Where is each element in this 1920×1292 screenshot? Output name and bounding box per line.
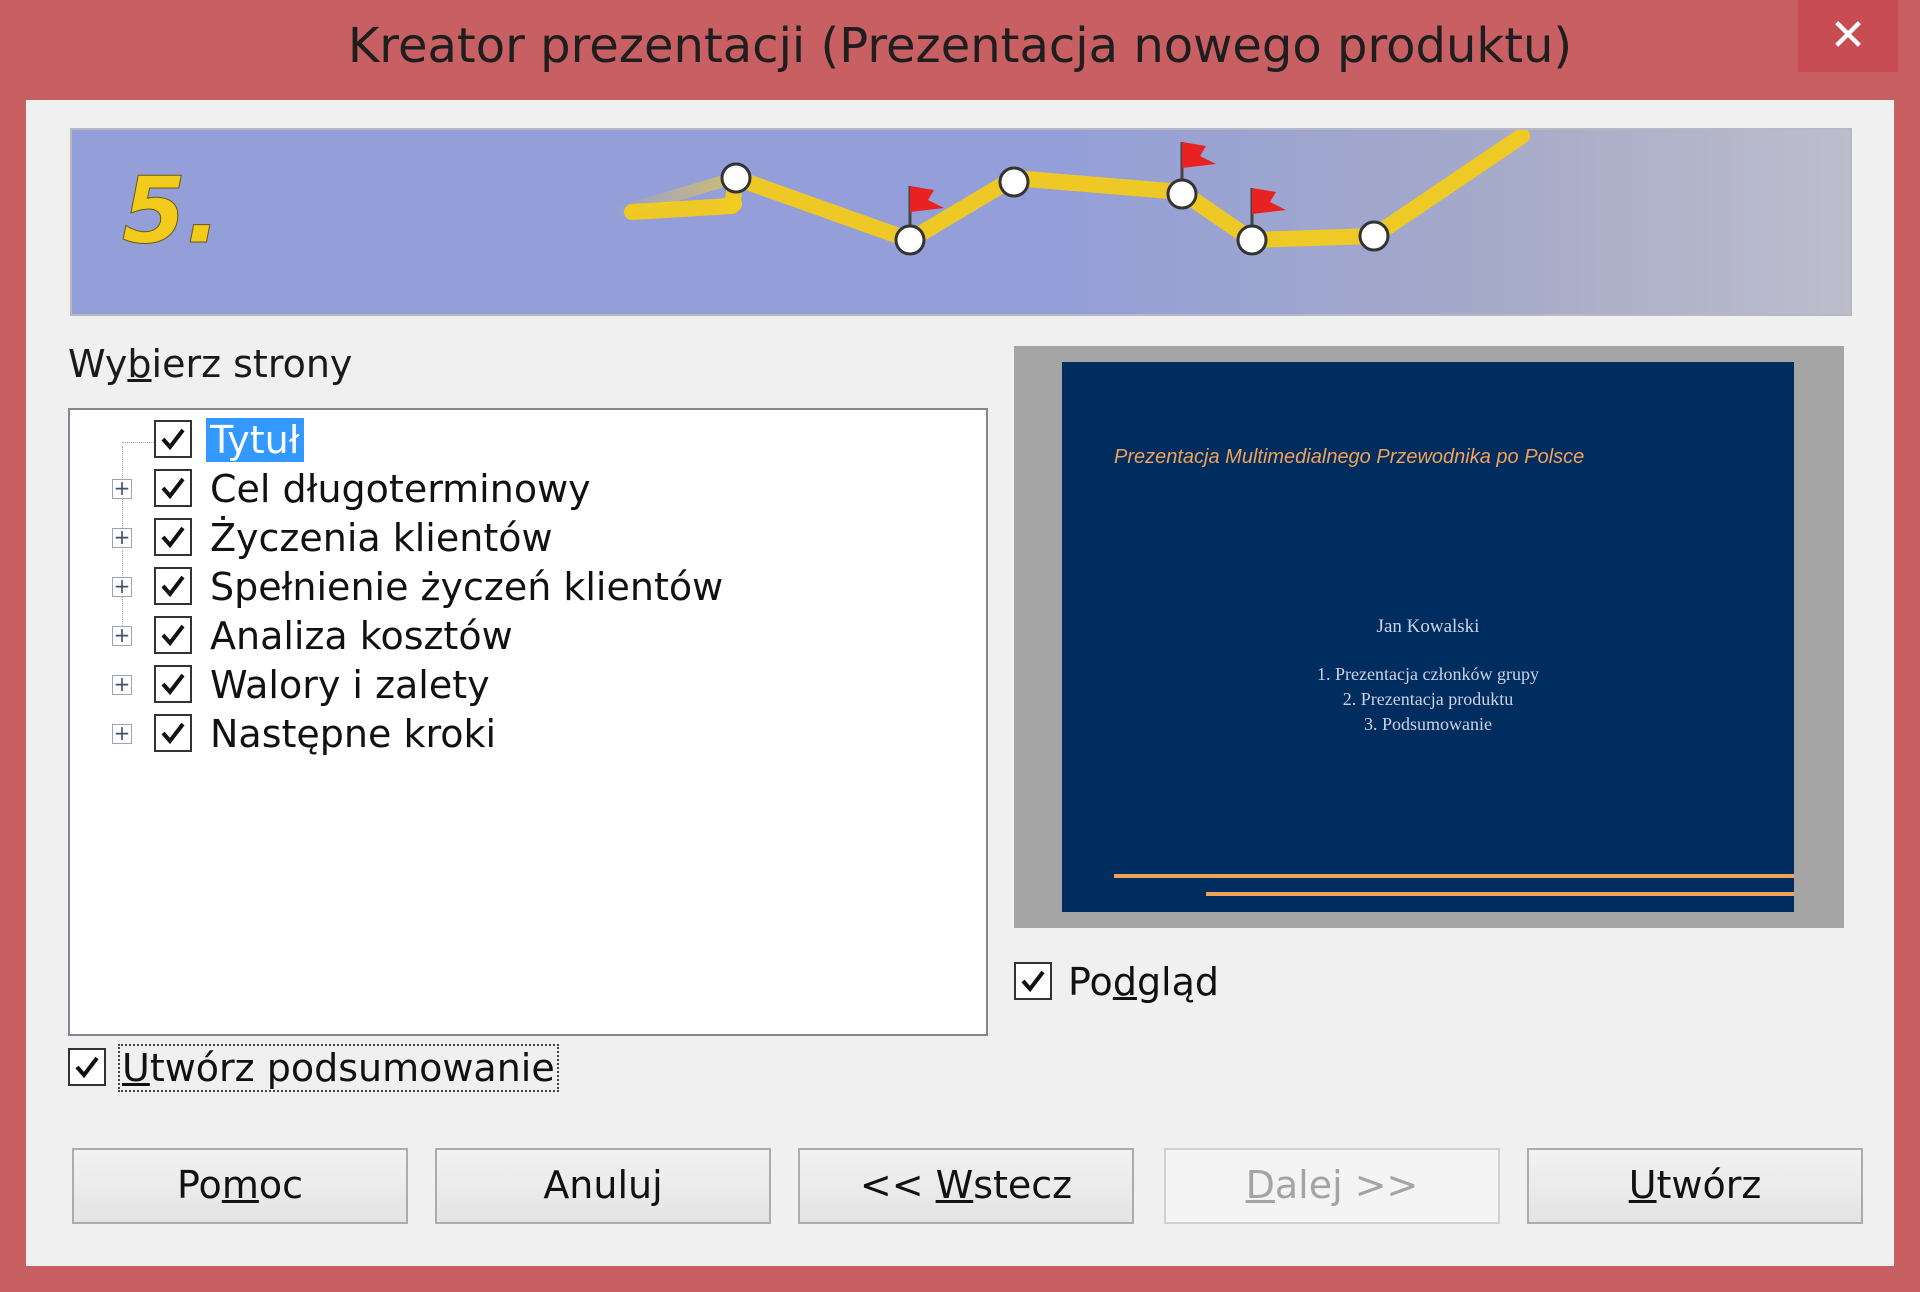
step-number: 5. [122,157,221,264]
expand-icon[interactable]: + [112,576,132,597]
slide-agenda-item: 1. Prezentacja członków grupy [1317,664,1539,684]
close-button[interactable]: ✕ [1798,0,1898,72]
tree-item-checkbox[interactable] [154,518,192,556]
checkmark-icon [161,428,185,451]
slide-title: Prezentacja Multimedialnego Przewodnika … [1114,446,1585,468]
expand-icon[interactable]: + [112,478,132,499]
expand-icon[interactable]: + [112,625,132,646]
select-pages-label: Wybierz strony [68,342,353,386]
tree-item-checkbox[interactable] [154,420,192,458]
wizard-window: Kreator prezentacji (Prezentacja nowego … [0,0,1920,1292]
checkmark-icon [161,526,185,549]
tree-item-checkbox[interactable] [154,567,192,605]
slide-preview: Prezentacja Multimedialnego Przewodnika … [1014,346,1844,928]
tree-item-label: Tytuł [206,418,304,462]
create-button[interactable]: Utwórz [1527,1148,1863,1224]
preview-checkbox-label: Podgląd [1068,960,1220,1004]
preview-checkbox-box[interactable] [1014,962,1052,1000]
tree-item-label: Następne kroki [210,712,497,756]
tree-item-spelnienie[interactable]: + Spełnienie życzeń klientów [70,563,970,611]
slide-agenda-item: 2. Prezentacja produktu [1342,689,1514,709]
slide-agenda: 1. Prezentacja członków grupy 2. Prezent… [1062,662,1794,737]
slide-decor-line [1114,874,1794,878]
tree-item-label: Spełnienie życzeń klientów [210,565,724,609]
tree-item-tytul[interactable]: Tytuł [70,416,970,464]
next-button[interactable]: Dalej >> [1164,1148,1500,1224]
expand-icon[interactable]: + [112,674,132,695]
tree-item-checkbox[interactable] [154,714,192,752]
tree-item-checkbox[interactable] [154,616,192,654]
expand-icon[interactable]: + [112,723,132,744]
expand-icon[interactable]: + [112,527,132,548]
tree-item-checkbox[interactable] [154,665,192,703]
wizard-banner: 5. [70,128,1852,316]
checkmark-icon [161,575,185,598]
cancel-button[interactable]: Anuluj [435,1148,771,1224]
tree-item-zyczenia[interactable]: + Życzenia klientów [70,514,970,562]
checkmark-icon [161,477,185,500]
tree-item-checkbox[interactable] [154,469,192,507]
checkmark-icon [1021,970,1045,993]
close-icon: ✕ [1829,11,1867,60]
slide-thumbnail: Prezentacja Multimedialnego Przewodnika … [1062,362,1794,912]
back-button[interactable]: << Wstecz [798,1148,1134,1224]
create-summary-checkbox[interactable]: Utwórz podsumowanie [68,1044,559,1092]
tree-item-label: Walory i zalety [210,663,490,707]
tree-item-label: Życzenia klientów [210,516,553,560]
slide-agenda-item: 3. Podsumowanie [1364,714,1492,734]
tree-item-nastepne[interactable]: + Następne kroki [70,710,970,758]
checkmark-icon [161,673,185,696]
help-button[interactable]: Pomoc [72,1148,408,1224]
tree-item-analiza[interactable]: + Analiza kosztów [70,612,970,660]
tree-item-walory[interactable]: + Walory i zalety [70,661,970,709]
tree-item-cel[interactable]: + Cel długoterminowy [70,465,970,513]
checkmark-icon [161,722,185,745]
checkmark-icon [161,624,185,647]
window-title: Kreator prezentacji (Prezentacja nowego … [347,18,1573,74]
tree-item-label: Cel długoterminowy [210,467,591,511]
summary-checkbox-label: Utwórz podsumowanie [118,1044,559,1092]
summary-checkbox-box[interactable] [68,1048,106,1086]
preview-checkbox[interactable]: Podgląd [1014,958,1314,1006]
checkmark-icon [75,1056,99,1079]
pages-tree[interactable]: Tytuł + Cel długoterminowy + Życzenia kl… [68,408,988,1036]
title-bar[interactable]: Kreator prezentacji (Prezentacja nowego … [0,0,1920,100]
slide-author: Jan Kowalski [1376,616,1480,637]
tree-item-label: Analiza kosztów [210,614,513,658]
slide-decor-line [1206,892,1794,896]
road-illustration: 5. [122,130,1530,265]
